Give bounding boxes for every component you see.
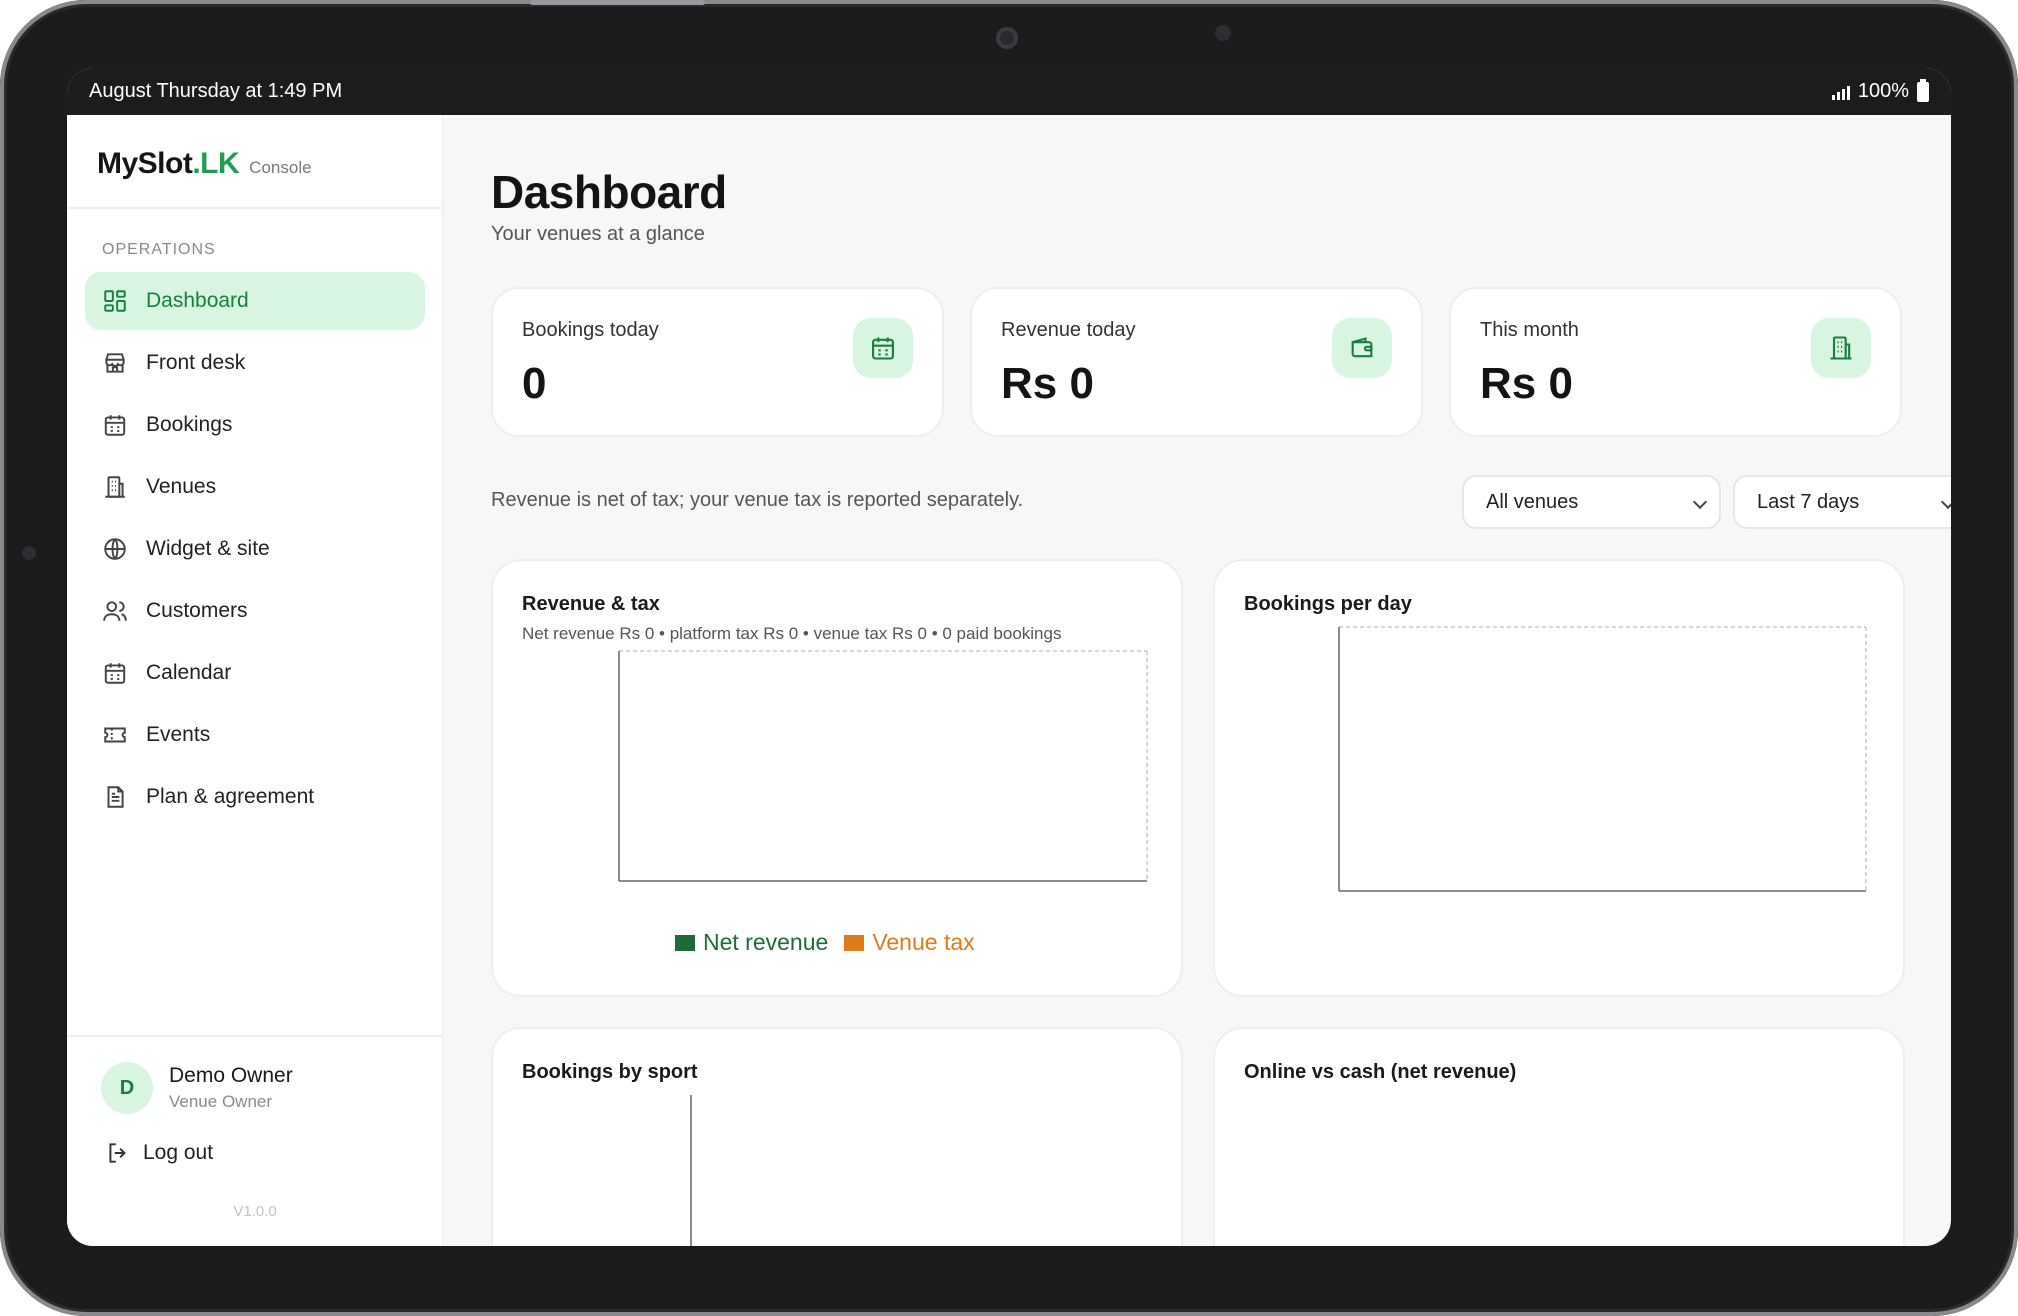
divider — [67, 207, 443, 209]
sidebar-item-customers[interactable]: Customers — [85, 582, 425, 640]
date-range-value: Last 7 days — [1757, 490, 1860, 513]
tablet-frame: August Thursday at 1:49 PM 100% MySlot.L… — [0, 0, 2018, 1316]
status-bar: August Thursday at 1:49 PM 100% — [67, 68, 1951, 115]
online-vs-cash-card: Online vs cash (net revenue) — [1213, 1027, 1905, 1246]
stat-value: Rs 0 — [1480, 359, 1573, 408]
status-right: 100% — [1831, 78, 1929, 103]
app-version: V1.0.0 — [233, 1203, 277, 1220]
user-info: Demo Owner Venue Owner — [169, 1064, 293, 1112]
light-sensor — [1215, 25, 1231, 41]
sidebar-nav: Dashboard Front desk Bookings Venues Wid… — [85, 272, 425, 830]
building-icon — [105, 476, 125, 498]
calendar-icon — [104, 415, 126, 436]
sidebar-item-label: Widget & site — [146, 537, 270, 560]
stat-label: Revenue today — [1001, 319, 1136, 341]
globe-icon — [104, 538, 126, 560]
sidebar-item-widget-site[interactable]: Widget & site — [85, 520, 425, 578]
legend-swatch-net — [675, 934, 695, 951]
sidebar-item-label: Events — [146, 723, 211, 746]
signal-icon — [1831, 84, 1850, 100]
sidebar: MySlot.LK Console OPERATIONS Dashboard F… — [67, 115, 443, 1246]
battery-icon — [1917, 78, 1929, 102]
calendar-icon — [104, 663, 126, 684]
sidebar-item-dashboard[interactable]: Dashboard — [85, 272, 425, 330]
sidebar-item-venues[interactable]: Venues — [85, 458, 425, 516]
sidebar-item-label: Dashboard — [146, 289, 249, 312]
sidebar-item-label: Plan & agreement — [146, 785, 315, 808]
sidebar-item-label: Venues — [146, 475, 217, 498]
sidebar-item-label: Customers — [146, 599, 248, 622]
building-icon — [1811, 318, 1871, 378]
date-range-select[interactable]: Last 7 days — [1733, 475, 1951, 529]
venue-select-value: All venues — [1486, 490, 1579, 513]
sidebar-item-label: Front desk — [146, 351, 246, 374]
tax-note: Revenue is net of tax; your venue tax is… — [491, 489, 1024, 511]
logout-button[interactable]: Log out — [105, 1140, 213, 1166]
sidebar-item-front-desk[interactable]: Front desk — [85, 334, 425, 392]
dashboard-icon — [104, 290, 126, 312]
legend-venue-tax: Venue tax — [872, 929, 975, 955]
chart-legend: Net revenue Venue tax — [675, 929, 975, 956]
logout-icon — [109, 1143, 126, 1163]
screen: August Thursday at 1:49 PM 100% MySlot.L… — [67, 68, 1951, 1246]
side-sensor — [22, 546, 36, 560]
sidebar-item-events[interactable]: Events — [85, 706, 425, 764]
document-icon — [107, 786, 124, 808]
logout-label: Log out — [143, 1141, 214, 1164]
user-role: Venue Owner — [169, 1092, 273, 1111]
section-label: OPERATIONS — [102, 241, 216, 258]
brand-logo[interactable]: MySlot.LK Console — [97, 147, 312, 181]
bookings-by-sport-card: Bookings by sport — [491, 1027, 1183, 1246]
main-content: Dashboard Your venues at a glance Bookin… — [443, 115, 1951, 1246]
legend-swatch-tax — [844, 934, 865, 951]
stat-value: Rs 0 — [1001, 359, 1094, 408]
stat-card-this-month: This month Rs 0 — [1449, 287, 1902, 437]
front-camera — [996, 27, 1018, 49]
store-icon — [105, 353, 125, 373]
ticket-icon — [104, 727, 126, 743]
sidebar-item-calendar[interactable]: Calendar — [85, 644, 425, 702]
brand-name: MySlot.LK — [97, 147, 240, 180]
card-title: Online vs cash (net revenue) — [1244, 1061, 1517, 1083]
stat-card-revenue-today: Revenue today Rs 0 — [970, 287, 1423, 437]
revenue-tax-card: Revenue & tax Net revenue Rs 0 • platfor… — [491, 559, 1183, 997]
bookings-by-sport-chart-area — [690, 1095, 692, 1246]
sidebar-item-bookings[interactable]: Bookings — [85, 396, 425, 454]
chevron-down-icon — [1940, 494, 1951, 510]
sidebar-item-plan-agreement[interactable]: Plan & agreement — [85, 768, 425, 826]
bookings-per-day-chart-area — [1338, 626, 1867, 892]
chevron-down-icon — [1692, 494, 1708, 510]
avatar: D — [101, 1062, 153, 1114]
stat-label: This month — [1480, 319, 1579, 341]
page-subtitle: Your venues at a glance — [491, 223, 705, 245]
divider — [67, 1035, 443, 1037]
brand-tag: Console — [249, 158, 312, 177]
legend-net-revenue: Net revenue — [703, 929, 829, 955]
bookings-per-day-card: Bookings per day — [1213, 559, 1905, 997]
power-button — [530, 0, 705, 5]
users-icon — [103, 601, 127, 621]
status-time: August Thursday at 1:49 PM — [89, 80, 343, 102]
sidebar-item-label: Calendar — [146, 661, 232, 684]
stat-card-bookings-today: Bookings today 0 — [491, 287, 944, 437]
page-title: Dashboard — [491, 166, 727, 218]
user-name: Demo Owner — [169, 1064, 293, 1087]
calendar-icon — [853, 318, 913, 378]
user-profile[interactable]: D Demo Owner Venue Owner — [101, 1062, 293, 1114]
wallet-icon — [1332, 318, 1392, 378]
stat-label: Bookings today — [522, 319, 659, 341]
battery-percent: 100% — [1857, 80, 1909, 102]
venue-select[interactable]: All venues — [1462, 475, 1721, 529]
sidebar-item-label: Bookings — [146, 413, 233, 436]
stat-value: 0 — [522, 359, 547, 408]
